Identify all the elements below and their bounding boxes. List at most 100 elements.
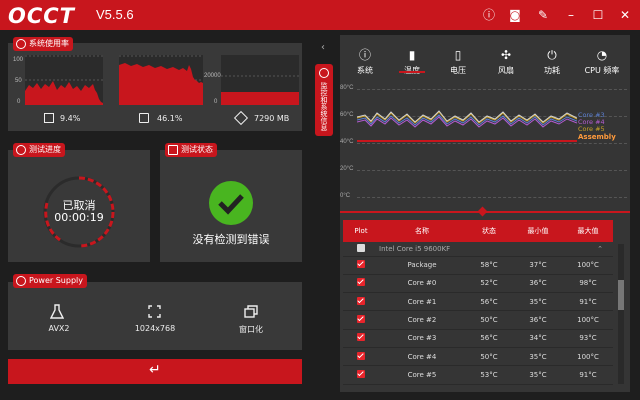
cpu-usage-value: 9.4% <box>60 114 81 123</box>
group-checkbox[interactable] <box>357 243 365 252</box>
vram-axis-max: 20000 <box>204 73 221 79</box>
refresh-icon <box>319 68 329 78</box>
table-row[interactable]: Core #1 56°C 35°C 91°C <box>343 292 613 312</box>
graph-baseline <box>357 140 577 142</box>
monitoring-side-tab-label: 监控和系统信息 <box>320 82 328 131</box>
test-status-title: 测试状态 <box>181 145 213 154</box>
sensor-status: 52°C <box>465 274 513 294</box>
sensor-table: Plot 名称 状态 最小值 最大值 Intel Core i5 9600KF … <box>343 220 613 385</box>
plot-checkbox[interactable] <box>357 351 365 360</box>
flask-icon <box>50 304 64 319</box>
sensor-min: 35°C <box>513 292 563 312</box>
memory-icon <box>139 113 149 123</box>
check-circle-icon <box>209 181 253 225</box>
sensor-status: 50°C <box>465 347 513 367</box>
refresh-icon <box>16 39 26 49</box>
column-name[interactable]: 名称 <box>379 220 465 242</box>
thermometer-icon: ▮ <box>408 48 416 62</box>
enter-icon: ↵ <box>149 362 161 378</box>
plot-checkbox[interactable] <box>357 333 365 342</box>
vram-usage-graph <box>221 55 299 105</box>
plot-checkbox[interactable] <box>357 260 365 269</box>
column-min[interactable]: 最小值 <box>513 220 563 242</box>
plot-checkbox[interactable] <box>357 296 365 305</box>
sensor-name: Core #0 <box>379 274 465 294</box>
title-bar: OCCT V5.5.6 ⓘ ◙ ✎ – ☐ ✕ <box>0 0 640 30</box>
table-row[interactable]: Core #5 53°C 35°C 91°C <box>343 365 613 385</box>
table-row[interactable]: Core #3 56°C 34°C 93°C <box>343 329 613 348</box>
sensor-status: 56°C <box>465 329 513 348</box>
plot-checkbox[interactable] <box>357 369 365 378</box>
tab-power[interactable]: ⏻ 功耗 <box>530 48 574 76</box>
monitoring-side-tab[interactable]: 监控和系统信息 <box>315 64 333 136</box>
plot-checkbox[interactable] <box>357 315 365 324</box>
column-status[interactable]: 状态 <box>465 220 513 242</box>
table-row[interactable]: Package 58°C 37°C 100°C <box>343 256 613 275</box>
app-version: V5.5.6 <box>96 7 134 22</box>
tab-fans-label: 风扇 <box>498 66 514 75</box>
window-icon <box>244 305 258 318</box>
sensor-max: 100°C <box>563 347 613 367</box>
graph-gridline <box>357 89 627 90</box>
graph-axis-40: 40°C <box>340 139 354 145</box>
test-status-message: 没有检测到错误 <box>166 231 296 247</box>
graph-axis-60: 60°C <box>340 112 354 118</box>
graph-axis-20: 20°C <box>340 166 354 172</box>
sensor-name: Core #5 <box>379 365 465 385</box>
sensor-status: 53°C <box>465 365 513 385</box>
test-progress-title: 测试进度 <box>29 145 61 154</box>
table-header-row: Plot 名称 状态 最小值 最大值 <box>343 220 613 242</box>
cpu-axis-min: 0 <box>17 99 21 105</box>
cpu-axis-mid: 50 <box>15 78 22 84</box>
tab-fans[interactable]: ✣ 风扇 <box>484 48 528 76</box>
tab-voltage[interactable]: ▯ 电压 <box>436 48 480 76</box>
sensor-max: 100°C <box>563 310 613 330</box>
tab-voltage-label: 电压 <box>450 66 466 75</box>
status-msg-part-d: 错误 <box>247 233 270 246</box>
active-tab-indicator <box>399 71 425 73</box>
vram-axis-min: 0 <box>214 99 218 105</box>
table-row[interactable]: Core #4 50°C 35°C 100°C <box>343 347 613 367</box>
table-group-row[interactable]: Intel Core i5 9600KF ⌃ <box>343 242 613 257</box>
close-icon[interactable]: ✕ <box>617 7 633 23</box>
sensor-min: 36°C <box>513 310 563 330</box>
plot-checkbox[interactable] <box>357 278 365 287</box>
camera-icon[interactable]: ◙ <box>507 7 523 23</box>
test-status-tag: 测试状态 <box>165 143 217 157</box>
minimize-icon[interactable]: – <box>563 7 579 23</box>
info-icon[interactable]: ⓘ <box>481 7 497 23</box>
column-plot[interactable]: Plot <box>343 220 379 242</box>
tab-power-label: 功耗 <box>544 66 560 75</box>
scrollbar-thumb[interactable] <box>618 280 624 310</box>
tab-cpu-frequency[interactable]: ◔ CPU 频率 <box>577 48 627 76</box>
graph-gridline <box>357 170 627 171</box>
group-collapse-icon[interactable]: ⌃ <box>563 242 613 257</box>
sensor-name: Core #1 <box>379 292 465 312</box>
column-max[interactable]: 最大值 <box>563 220 613 242</box>
sensor-max: 91°C <box>563 365 613 385</box>
table-row[interactable]: Core #0 52°C 36°C 98°C <box>343 274 613 294</box>
test-progress-time: 00:00:19 <box>54 211 104 224</box>
legend-assembly: Assembly <box>578 133 616 141</box>
tab-cpu-frequency-label: CPU 频率 <box>584 66 620 75</box>
table-scrollbar[interactable] <box>618 244 624 384</box>
start-test-button[interactable]: ↵ <box>8 359 302 384</box>
sensor-min: 37°C <box>513 256 563 275</box>
cpu-axis-max: 100 <box>13 57 24 63</box>
gauge-icon: ◔ <box>596 48 608 62</box>
sensor-name: Package <box>379 256 465 275</box>
fan-icon: ✣ <box>500 48 512 62</box>
system-usage-tag: 系统使用率 <box>13 37 73 51</box>
table-row[interactable]: Core #2 50°C 36°C 100°C <box>343 310 613 330</box>
graph-gridline <box>357 143 627 144</box>
collapse-panel-icon[interactable]: ‹ <box>321 42 325 53</box>
wrench-icon[interactable]: ✎ <box>535 7 551 23</box>
cpu-usage-graph <box>25 55 103 105</box>
sensor-name: Core #4 <box>379 347 465 367</box>
tab-system[interactable]: ⓘ 系统 <box>343 48 387 76</box>
status-msg-part-b: 检测 <box>214 233 237 246</box>
power-supply-title: Power Supply <box>29 276 83 285</box>
sensor-min: 35°C <box>513 365 563 385</box>
maximize-icon[interactable]: ☐ <box>590 7 606 23</box>
test-progress-tag: 测试进度 <box>13 143 65 157</box>
